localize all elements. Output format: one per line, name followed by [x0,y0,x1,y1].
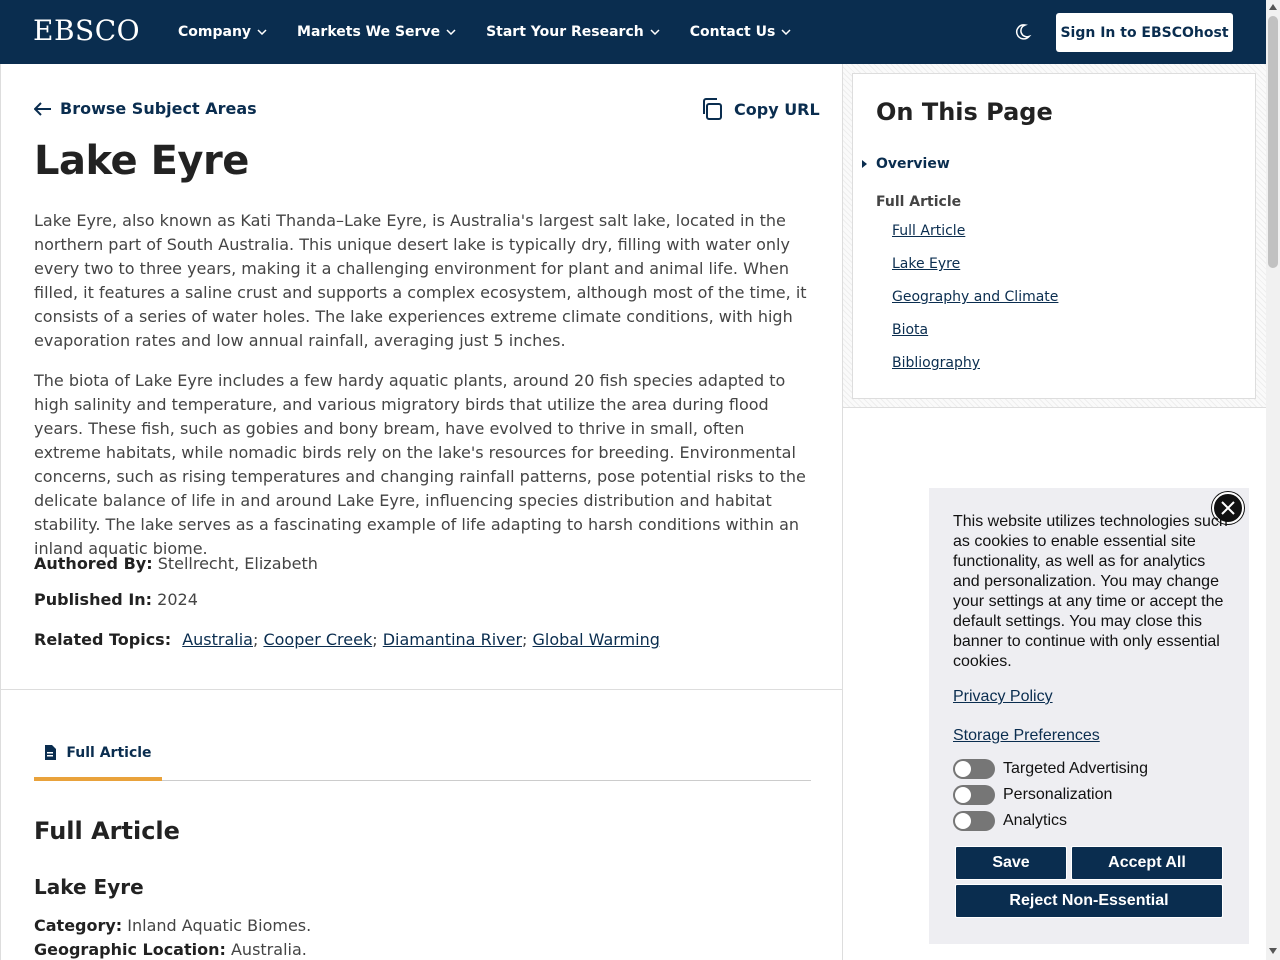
overview-paragraph-2: The biota of Lake Eyre includes a few ha… [34,371,806,558]
tab-full-article-label: Full Article [66,744,152,761]
back-link-label: Browse Subject Areas [60,99,257,118]
location-value: Australia. [230,940,307,959]
section-divider [1,689,843,690]
reject-non-essential-button[interactable]: Reject Non-Essential [956,885,1222,917]
related-topics: Related Topics: Australia; Cooper Creek;… [34,630,660,649]
copy-url-button[interactable]: Copy URL [700,97,820,121]
chevron-down-icon [781,29,791,35]
analytics-toggle[interactable] [953,811,995,831]
author-name: Stellrecht, Elizabeth [157,554,318,573]
storage-preferences-link[interactable]: Storage Preferences [953,727,1100,745]
related-topic-link[interactable]: Global Warming [533,630,660,649]
location-label: Geographic Location: [34,940,226,959]
category-label: Category: [34,916,123,935]
published-in-label: Published In: [34,590,153,609]
copy-icon [703,98,722,120]
page-scrollbar[interactable] [1266,0,1280,960]
main-nav: Company Markets We Serve Start Your Rese… [178,0,821,64]
nav-markets-label: Markets We Serve [297,24,441,40]
location-line: Geographic Location: Australia. [34,940,307,959]
published-in: Published In: 2024 [34,590,198,609]
tab-full-article[interactable]: Full Article [34,728,162,781]
caret-right-icon [862,160,867,168]
pref-label: Targeted Advertising [1003,760,1148,777]
subsection-heading: Lake Eyre [34,875,144,899]
nav-contact-label: Contact Us [689,24,776,40]
privacy-policy-link[interactable]: Privacy Policy [953,688,1053,706]
toc-overview-label: Overview [876,156,950,172]
cookie-message: This website utilizes technologies such … [953,513,1228,670]
toc-overview-link[interactable]: Overview [862,156,950,172]
pref-analytics: Analytics [953,811,1067,831]
toc-link-full-article[interactable]: Full Article [892,223,965,239]
arrow-left-icon [34,101,51,116]
pref-label: Personalization [1003,786,1113,803]
article-main: Browse Subject Areas Copy URL Lake Eyre … [0,64,843,960]
scroll-down-arrow-icon[interactable] [1269,948,1277,954]
site-header: EBSCO Company Markets We Serve Start You… [0,0,1266,64]
page-title: Lake Eyre [34,138,249,184]
toc-link-lake-eyre[interactable]: Lake Eyre [892,256,960,272]
toc-link-bibliography[interactable]: Bibliography [892,355,980,371]
category-value: Inland Aquatic Biomes. [127,916,312,935]
section-heading: Full Article [34,817,180,845]
accept-all-button[interactable]: Accept All [1072,847,1222,879]
scroll-up-arrow-icon[interactable] [1269,4,1277,10]
nav-company[interactable]: Company [178,24,267,40]
toc-section-label: Full Article [876,194,962,210]
pref-label: Analytics [1003,812,1068,829]
related-topic-link[interactable]: Cooper Creek [263,630,372,649]
authored-by: Authored By: Stellrecht, Elizabeth [34,554,318,573]
moon-icon[interactable] [1010,20,1034,44]
category-line: Category: Inland Aquatic Biomes. [34,916,311,935]
scroll-thumb[interactable] [1268,16,1278,268]
save-button[interactable]: Save [956,847,1066,879]
nav-research-label: Start Your Research [486,24,644,40]
chevron-down-icon [257,29,267,35]
related-topic-link[interactable]: Australia [182,630,253,649]
ebsco-logo[interactable]: EBSCO [33,14,140,47]
personalization-toggle[interactable] [953,785,995,805]
authored-by-label: Authored By: [34,554,153,573]
nav-research[interactable]: Start Your Research [486,24,660,40]
toc-link-biota[interactable]: Biota [892,322,928,338]
copy-url-label: Copy URL [734,99,820,119]
toc-link-geography[interactable]: Geography and Climate [892,289,1058,305]
nav-contact[interactable]: Contact Us [690,24,792,40]
targeted-advertising-toggle[interactable] [953,759,995,779]
toc-title: On This Page [876,98,1053,126]
pref-personalization: Personalization [953,785,1112,805]
chevron-down-icon [446,29,456,35]
published-year: 2024 [157,590,198,609]
browse-subject-areas-link[interactable]: Browse Subject Areas [34,99,257,118]
chevron-down-icon [650,29,660,35]
cookie-banner: This website utilizes technologies such … [929,488,1249,944]
sign-in-button[interactable]: Sign In to EBSCOhost [1056,13,1233,52]
related-topics-label: Related Topics: [34,630,172,649]
nav-markets[interactable]: Markets We Serve [297,24,456,40]
document-icon [45,745,57,760]
overview-paragraph-1: Lake Eyre, also known as Kati Thanda–Lak… [34,211,807,350]
pref-targeted-advertising: Targeted Advertising [953,759,1148,779]
related-topic-link[interactable]: Diamantina River [383,630,522,649]
nav-company-label: Company [178,24,252,40]
